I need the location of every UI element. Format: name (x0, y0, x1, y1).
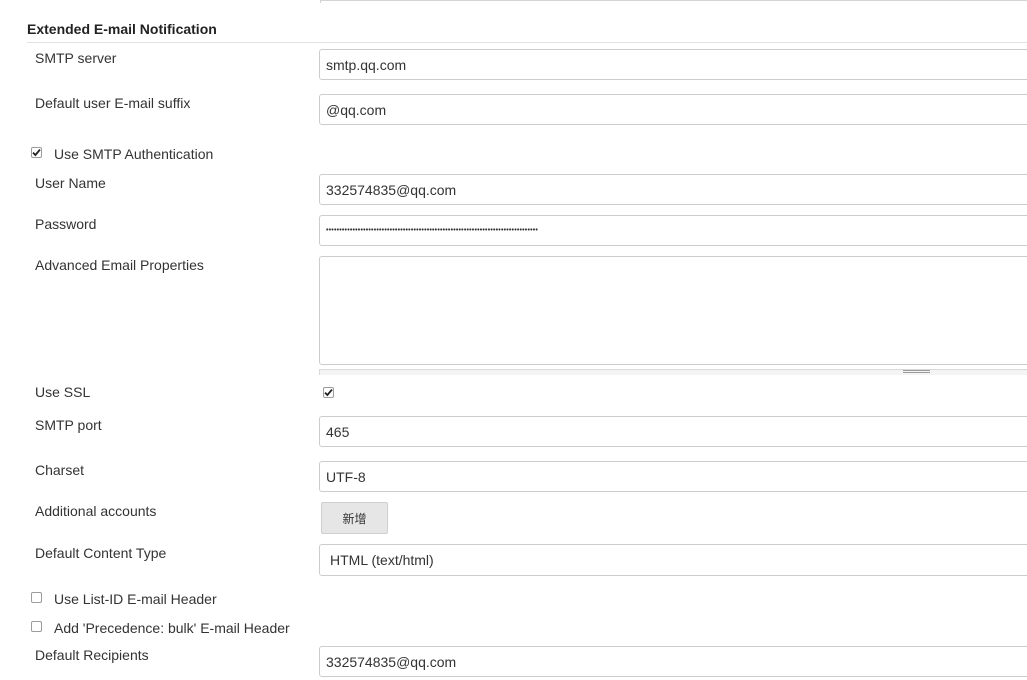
content-type-select[interactable]: HTML (text/html) (319, 544, 1027, 576)
additional-accounts-label: Additional accounts (35, 503, 157, 519)
use-ssl-checkbox[interactable] (323, 387, 334, 398)
email-suffix-value: @qq.com (326, 101, 387, 118)
email-suffix-input[interactable]: @qq.com (319, 94, 1027, 125)
charset-input[interactable]: UTF-8 (319, 461, 1027, 492)
resize-grip-icon[interactable] (903, 370, 930, 373)
default-recipients-input[interactable]: 332574835@qq.com (319, 646, 1027, 677)
password-label: Password (35, 216, 97, 232)
user-name-label: User Name (35, 175, 106, 191)
email-suffix-label: Default user E-mail suffix (35, 95, 191, 111)
top-divider-edge (320, 0, 321, 3)
user-name-input[interactable]: 332574835@qq.com (319, 174, 1027, 205)
precedence-header-checkbox[interactable] (31, 621, 42, 632)
user-name-value: 332574835@qq.com (326, 181, 457, 198)
precedence-header-label: Add 'Precedence: bulk' E-mail Header (54, 620, 290, 636)
check-icon (324, 389, 333, 397)
section-divider (27, 42, 1027, 43)
default-recipients-label: Default Recipients (35, 647, 149, 663)
advanced-props-label: Advanced Email Properties (35, 257, 204, 273)
smtp-server-label: SMTP server (35, 50, 117, 66)
charset-label: Charset (35, 462, 85, 478)
charset-value: UTF-8 (326, 468, 366, 485)
advanced-props-textarea[interactable] (319, 256, 1027, 365)
list-id-header-checkbox[interactable] (31, 592, 42, 603)
list-id-header-label: Use List-ID E-mail Header (54, 591, 217, 607)
smtp-server-input[interactable]: smtp.qq.com (319, 49, 1027, 80)
top-divider (320, 0, 1027, 1)
default-recipients-value: 332574835@qq.com (326, 653, 457, 670)
section-title: Extended E-mail Notification (27, 21, 217, 37)
smtp-auth-label: Use SMTP Authentication (54, 146, 214, 162)
smtp-port-input[interactable]: 465 (319, 416, 1027, 447)
use-ssl-label: Use SSL (35, 384, 91, 400)
content-type-label: Default Content Type (35, 545, 167, 561)
password-value: ••••••••••••••••••••••••••••••••••••••••… (326, 227, 539, 234)
smtp-auth-checkbox[interactable] (31, 147, 42, 158)
smtp-port-value: 465 (326, 423, 350, 440)
content-type-value: HTML (text/html) (330, 552, 434, 568)
smtp-server-value: smtp.qq.com (326, 56, 407, 73)
check-icon (32, 149, 41, 157)
smtp-port-label: SMTP port (35, 417, 102, 433)
password-input[interactable]: ••••••••••••••••••••••••••••••••••••••••… (319, 215, 1027, 246)
add-account-button[interactable]: 新增 (321, 502, 388, 534)
